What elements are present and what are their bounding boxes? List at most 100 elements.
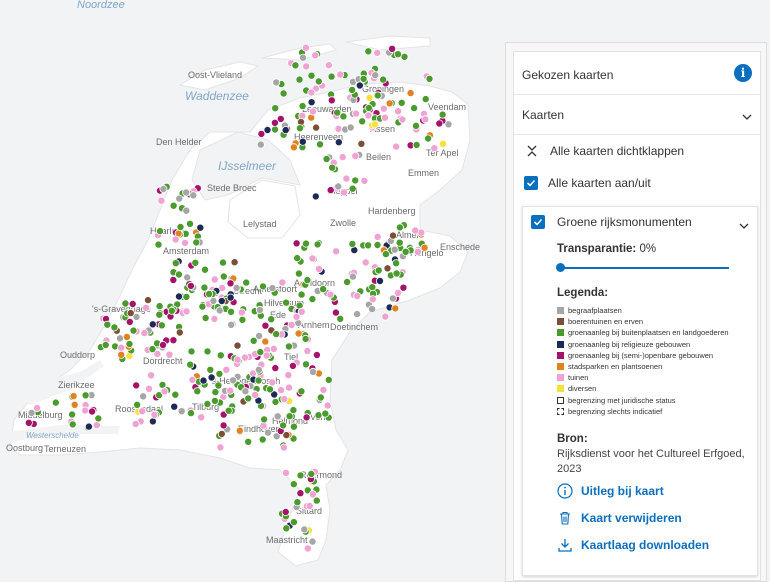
monument-marker[interactable] [324,375,333,384]
transparency-slider-track[interactable] [559,267,729,269]
monument-marker[interactable] [314,77,323,86]
monument-marker[interactable] [267,315,276,324]
monument-marker[interactable] [321,409,330,418]
monument-marker[interactable] [229,376,238,385]
monument-marker[interactable] [258,435,267,444]
monument-marker[interactable] [281,126,290,135]
monument-marker[interactable] [308,537,317,546]
monument-marker[interactable] [391,304,400,313]
monument-marker[interactable] [359,74,368,83]
monument-marker[interactable] [336,314,345,323]
monument-marker[interactable] [210,314,219,323]
monument-marker[interactable] [68,420,77,429]
monument-marker[interactable] [348,184,357,193]
monument-marker[interactable] [117,350,126,359]
toggle-all-row[interactable]: Alle kaarten aan/uit [524,176,651,190]
monument-marker[interactable] [262,351,271,360]
monument-marker[interactable] [315,140,324,149]
transparency-slider-handle[interactable] [556,263,565,272]
monument-marker[interactable] [319,285,328,294]
monument-marker[interactable] [353,291,362,300]
monument-marker[interactable] [364,104,373,113]
monument-marker[interactable] [289,518,298,527]
monument-marker[interactable] [198,302,207,311]
monument-marker[interactable] [368,295,377,304]
monument-marker[interactable] [232,283,241,292]
monument-marker[interactable] [215,306,224,315]
monument-marker[interactable] [295,124,304,133]
monument-marker[interactable] [393,50,402,59]
monument-marker[interactable] [308,367,317,376]
monument-marker[interactable] [289,480,298,489]
monument-marker[interactable] [298,137,307,146]
monument-marker[interactable] [300,525,309,534]
monument-marker[interactable] [302,413,311,422]
monument-marker[interactable] [281,468,290,477]
monument-marker[interactable] [94,414,103,423]
monument-marker[interactable] [200,283,209,292]
monument-marker[interactable] [380,113,389,122]
monument-marker[interactable] [438,110,447,119]
monument-marker[interactable] [308,254,317,263]
monument-marker[interactable] [182,206,191,215]
monument-marker[interactable] [227,320,236,329]
monument-marker[interactable] [339,188,348,197]
monument-marker[interactable] [272,78,281,87]
monument-marker[interactable] [289,143,298,152]
monument-marker[interactable] [129,326,138,335]
monument-marker[interactable] [122,332,131,341]
monument-marker[interactable] [358,117,367,126]
monument-marker[interactable] [334,182,343,191]
monument-marker[interactable] [368,305,377,314]
monument-marker[interactable] [199,376,208,385]
monument-marker[interactable] [270,118,279,127]
monument-marker[interactable] [364,47,373,56]
monument-marker[interactable] [361,258,370,267]
monument-marker[interactable] [397,98,406,107]
monument-marker[interactable] [271,364,280,373]
monument-marker[interactable] [410,104,419,113]
monument-marker[interactable] [392,269,401,278]
monument-marker[interactable] [375,276,384,285]
monument-marker[interactable] [421,95,430,104]
monument-marker[interactable] [342,174,351,183]
monument-marker[interactable] [293,254,302,263]
monument-marker[interactable] [311,192,320,201]
monument-marker[interactable] [303,544,312,553]
monument-marker[interactable] [174,270,183,279]
monument-marker[interactable] [374,266,383,275]
monument-marker[interactable] [182,188,191,197]
monument-marker[interactable] [242,278,251,287]
monument-marker[interactable] [205,289,214,298]
monument-marker[interactable] [308,295,317,304]
monument-marker[interactable] [216,443,225,452]
monument-marker[interactable] [185,219,194,228]
monument-marker[interactable] [171,259,180,268]
monument-marker[interactable] [154,240,163,249]
monument-marker[interactable] [182,292,191,301]
remove-map-link[interactable]: Kaart verwijderen [557,510,682,526]
monument-marker[interactable] [385,99,394,108]
monument-marker[interactable] [244,394,253,403]
monument-marker[interactable] [68,410,77,419]
monument-marker[interactable] [218,258,227,267]
collapse-all-row[interactable]: Alle kaarten dichtklappen [526,144,684,158]
monument-marker[interactable] [392,142,401,151]
monument-marker[interactable] [255,331,264,340]
monument-marker[interactable] [70,400,79,409]
monument-marker[interactable] [280,394,289,403]
monument-marker[interactable] [343,277,352,286]
monument-marker[interactable] [171,390,180,399]
monument-marker[interactable] [412,140,421,149]
monument-marker[interactable] [399,283,408,292]
monument-marker[interactable] [381,312,390,321]
monument-marker[interactable] [331,308,340,317]
monument-marker[interactable] [383,264,392,273]
monument-marker[interactable] [411,121,420,130]
monument-marker[interactable] [138,407,147,416]
monument-marker[interactable] [256,140,265,149]
monument-marker[interactable] [334,124,343,133]
monument-marker[interactable] [314,411,323,420]
monument-marker[interactable] [394,107,403,116]
monument-marker[interactable] [296,489,305,498]
